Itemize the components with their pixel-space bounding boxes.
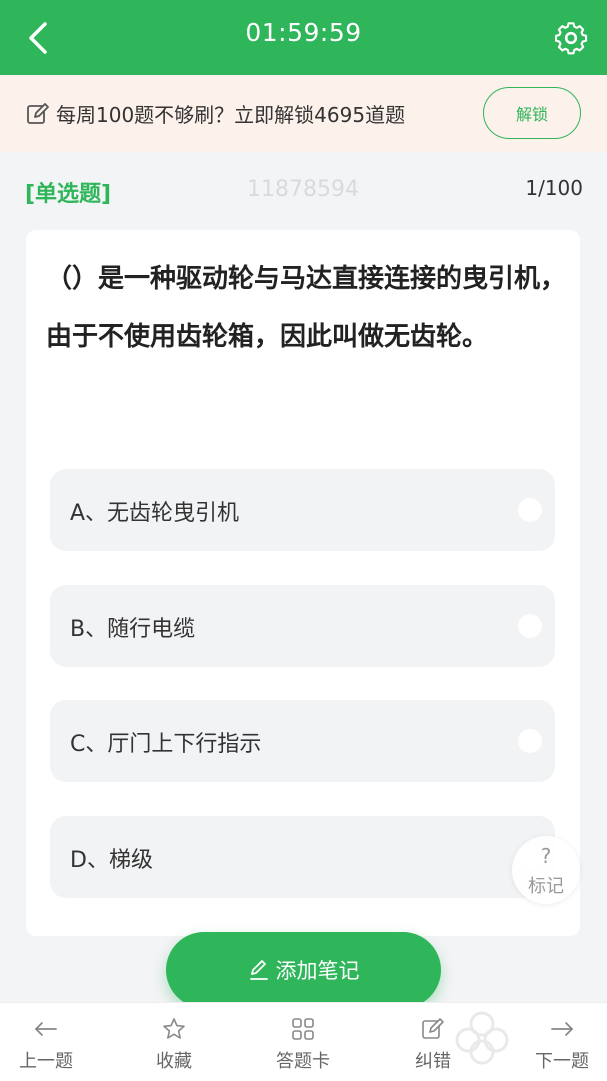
option-label: D、梯级 xyxy=(70,848,153,873)
arrow-left-icon xyxy=(35,1022,57,1036)
option-a[interactable]: A、无齿轮曳引机 xyxy=(50,469,555,551)
nav-label: 答题卡 xyxy=(276,1051,330,1072)
banner-text: 每周100题不够刷？立即解锁4695道题 xyxy=(56,103,406,127)
option-c[interactable]: C、厅门上下行指示 xyxy=(50,700,555,782)
countdown-timer: 01:59:59 xyxy=(245,18,362,47)
settings-button[interactable] xyxy=(553,20,589,56)
add-note-button[interactable]: 添加笔记 xyxy=(166,932,441,1008)
option-radio[interactable] xyxy=(518,729,542,753)
mark-button[interactable]: ? 标记 xyxy=(512,836,580,904)
option-d[interactable]: D、梯级 xyxy=(50,816,555,898)
favorite-button[interactable]: 收藏 xyxy=(124,1003,224,1081)
question-type: [单选题] xyxy=(25,182,112,207)
question-card: （）是一种驱动轮与马达直接连接的曳引机，由于不使用齿轮箱，因此叫做无齿轮。 A、… xyxy=(26,230,580,936)
grid-icon xyxy=(292,1018,314,1040)
watermark-logo xyxy=(452,1008,602,1076)
option-label: C、厅门上下行指示 xyxy=(70,732,262,757)
option-label: B、随行电缆 xyxy=(70,617,196,642)
gear-icon xyxy=(554,22,588,55)
nav-label: 收藏 xyxy=(156,1051,192,1072)
star-icon xyxy=(163,1018,185,1039)
mark-label: 标记 xyxy=(528,876,564,897)
edit-icon xyxy=(27,103,49,124)
option-radio[interactable] xyxy=(518,614,542,638)
option-radio[interactable] xyxy=(518,498,542,522)
prev-question-button[interactable]: 上一题 xyxy=(0,1003,96,1081)
question-counter: 1/100 xyxy=(525,176,583,200)
question-text: （）是一种驱动轮与马达直接连接的曳引机，由于不使用齿轮箱，因此叫做无齿轮。 xyxy=(46,264,567,352)
option-label: A、无齿轮曳引机 xyxy=(70,501,240,526)
option-b[interactable]: B、随行电缆 xyxy=(50,585,555,667)
flower-logo-icon xyxy=(455,1011,509,1065)
add-note-label: 添加笔记 xyxy=(275,959,360,983)
answer-sheet-button[interactable]: 答题卡 xyxy=(253,1003,353,1081)
unlock-banner: 每周100题不够刷？立即解锁4695道题 解锁 xyxy=(0,75,607,152)
unlock-button[interactable]: 解锁 xyxy=(483,87,581,139)
question-id: 11878594 xyxy=(247,177,359,202)
edit-icon xyxy=(422,1018,444,1039)
pencil-icon xyxy=(249,960,268,980)
nav-label: 上一题 xyxy=(19,1051,73,1072)
top-bar: 01:59:59 xyxy=(0,0,607,75)
question-mark-icon: ? xyxy=(540,844,552,868)
